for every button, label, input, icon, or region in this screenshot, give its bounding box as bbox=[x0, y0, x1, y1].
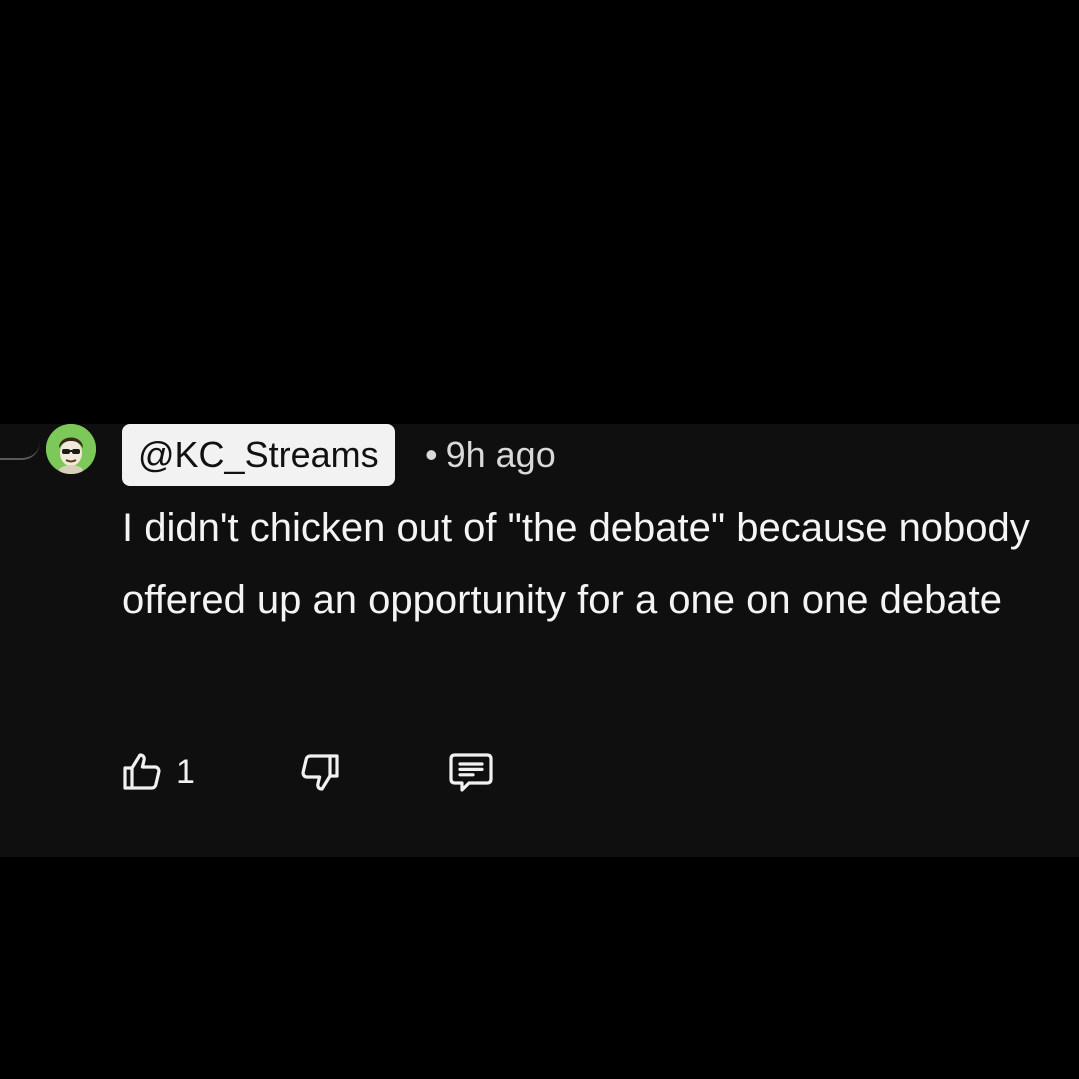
like-button[interactable]: 1 bbox=[118, 746, 195, 798]
timestamp: 9h ago bbox=[445, 434, 556, 475]
avatar-image bbox=[46, 424, 96, 474]
thumbs-up-icon bbox=[123, 753, 161, 790]
thread-connector bbox=[0, 440, 40, 460]
author-name[interactable]: @KC_Streams bbox=[122, 424, 395, 486]
thumbs-down-icon bbox=[301, 754, 339, 791]
comment-meta: • 9h ago bbox=[425, 424, 556, 486]
avatar[interactable] bbox=[46, 424, 96, 474]
reply-button[interactable] bbox=[444, 746, 498, 798]
meta-separator: • bbox=[425, 434, 438, 475]
dislike-button[interactable] bbox=[296, 746, 344, 798]
comment-icon bbox=[449, 753, 493, 792]
comment-card: @KC_Streams • 9h ago I didn't chicken out… bbox=[0, 424, 1079, 857]
comment-text: I didn't chicken out of "the debate" bec… bbox=[122, 506, 1030, 622]
comment-actions: 1 bbox=[118, 746, 538, 798]
like-count: 1 bbox=[176, 752, 195, 791]
